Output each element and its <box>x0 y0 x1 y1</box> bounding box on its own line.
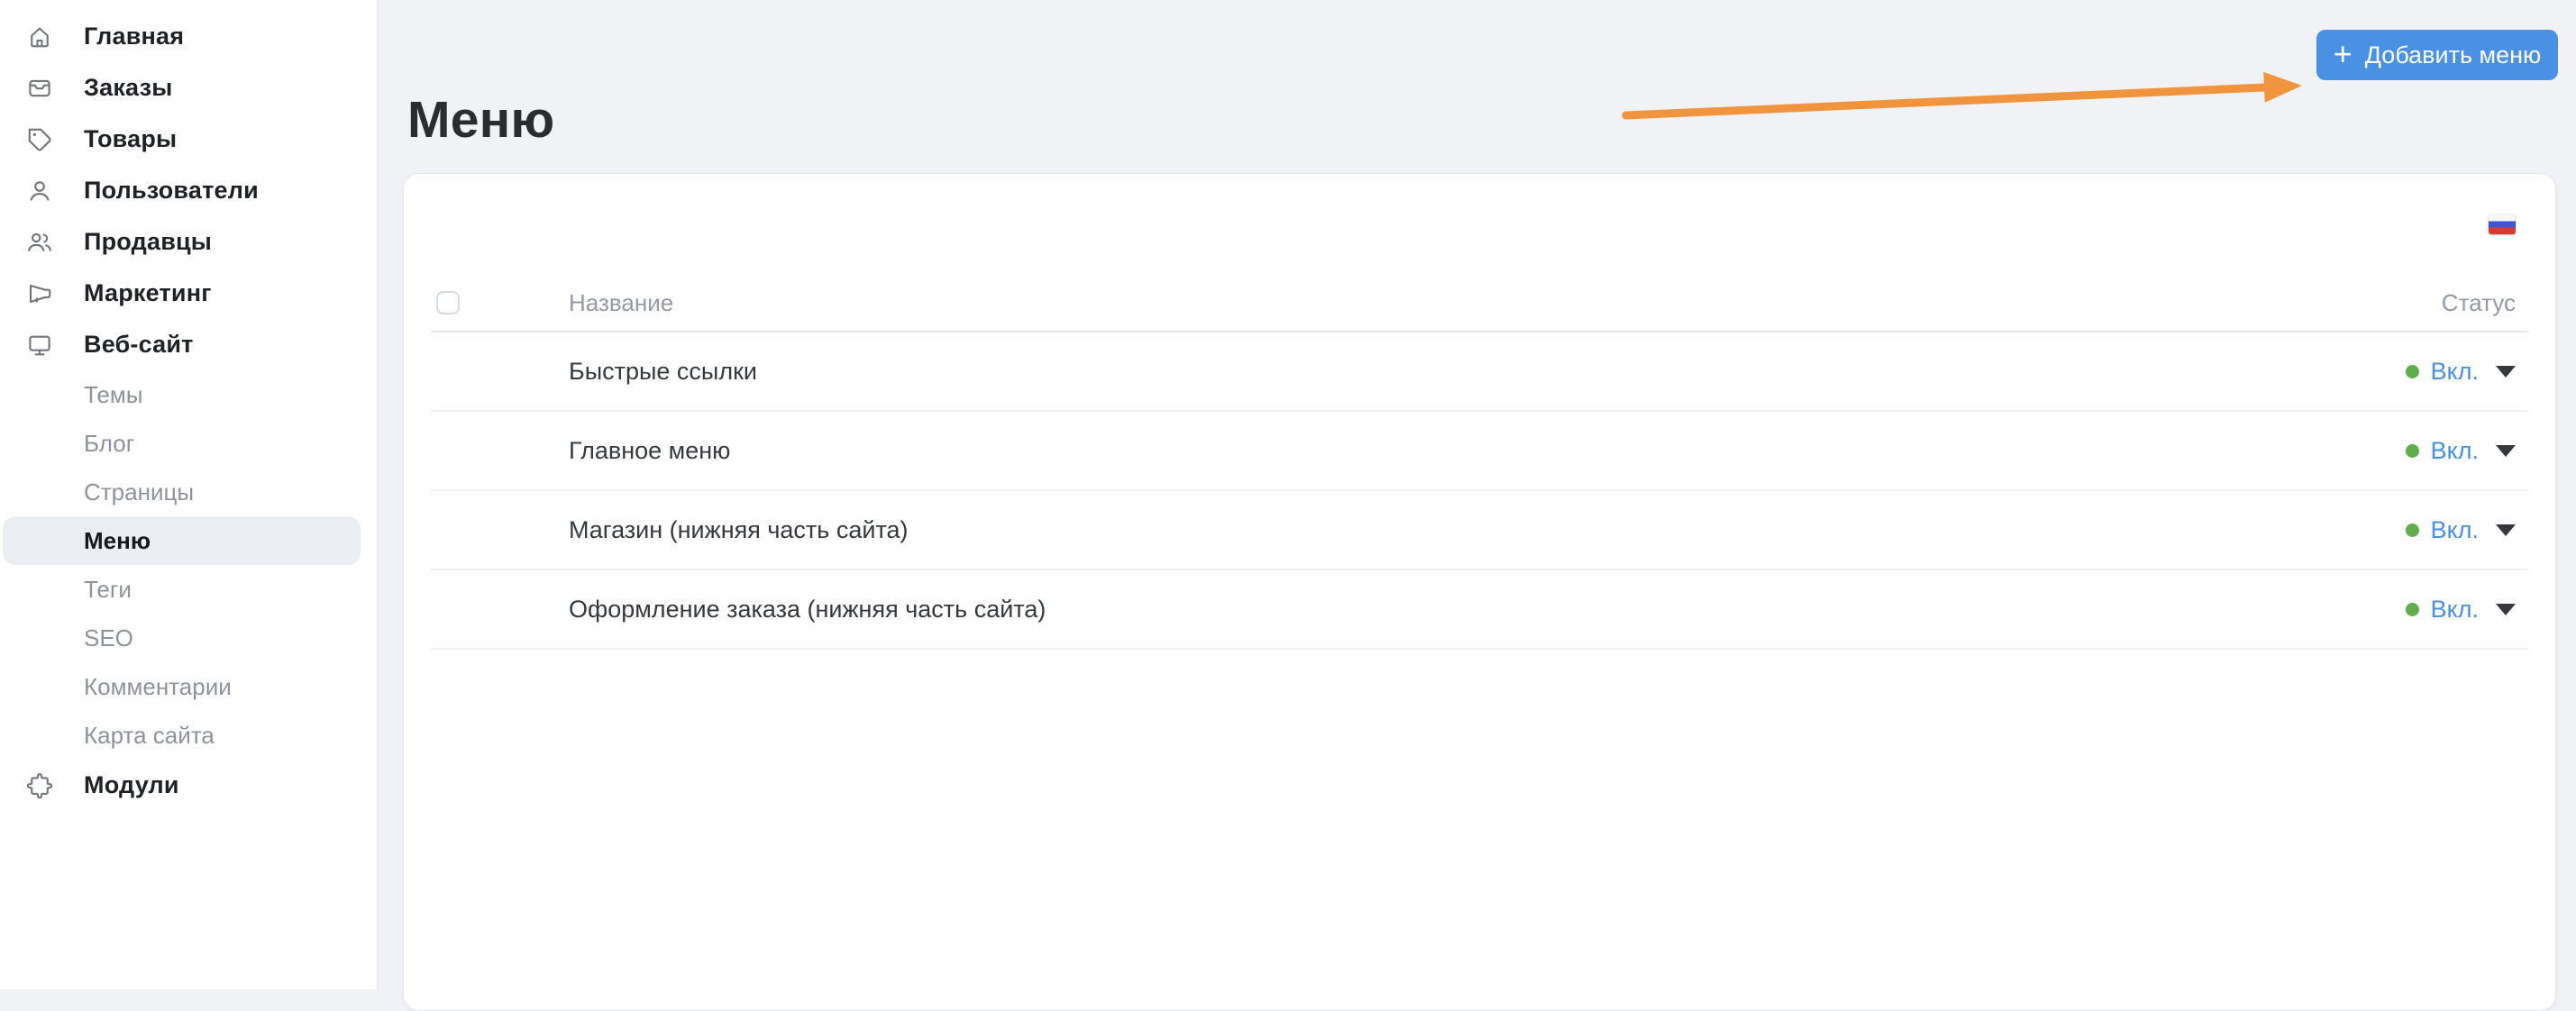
sidebar-subitem-label: Блог <box>84 430 134 458</box>
column-header-name: Название <box>569 289 2442 317</box>
table-row: Главное меню Вкл. <box>431 412 2528 491</box>
sidebar-item-website[interactable]: Веб-сайт <box>0 319 377 370</box>
status-dot-icon <box>2406 444 2419 458</box>
menus-panel: Название Статус Быстрые ссылки Вкл. Глав… <box>403 173 2556 1011</box>
sidebar-item-label: Маркетинг <box>84 279 212 307</box>
status-label: Вкл. <box>2431 437 2479 465</box>
sidebar-item-home[interactable]: Главная <box>0 11 377 62</box>
sidebar-item-modules[interactable]: Модули <box>0 760 377 811</box>
status-dropdown[interactable]: Вкл. <box>2406 516 2516 544</box>
sidebar-subitem-themes[interactable]: Темы <box>0 370 377 419</box>
table-row: Магазин (нижняя часть сайта) Вкл. <box>431 491 2528 570</box>
caret-down-icon <box>2496 524 2516 536</box>
add-menu-button-label: Добавить меню <box>2365 41 2542 69</box>
sidebar-item-orders[interactable]: Заказы <box>0 62 377 114</box>
table-row: Быстрые ссылки Вкл. <box>431 332 2528 412</box>
russian-flag-icon[interactable] <box>2489 214 2516 234</box>
sidebar-subitem-tags[interactable]: Теги <box>0 565 377 614</box>
caret-down-icon <box>2496 445 2516 457</box>
sidebar-subitem-label: Страницы <box>84 478 194 506</box>
tag-icon <box>26 126 53 153</box>
status-label: Вкл. <box>2431 516 2479 544</box>
sidebar-item-label: Продавцы <box>84 228 212 256</box>
home-icon <box>26 23 53 50</box>
menu-name[interactable]: Главное меню <box>569 437 2406 465</box>
sidebar-item-vendors[interactable]: Продавцы <box>0 216 377 268</box>
menus-table: Название Статус Быстрые ссылки Вкл. Глав… <box>431 275 2528 650</box>
sidebar-subitem-label: SEO <box>84 624 133 652</box>
status-dropdown[interactable]: Вкл. <box>2406 358 2516 386</box>
sidebar-subitem-menu-selected[interactable]: Меню <box>3 516 361 565</box>
sidebar-item-products[interactable]: Товары <box>0 114 377 165</box>
sidebar-subitem-label: Меню <box>84 527 151 555</box>
annotation-arrow <box>1613 70 2307 128</box>
sidebar: Главная Заказы Товары Пользователи Прода… <box>0 0 379 989</box>
sidebar-subitem-sitemap[interactable]: Карта сайта <box>0 711 377 760</box>
sidebar-item-label: Веб-сайт <box>84 331 194 359</box>
sidebar-subitem-seo[interactable]: SEO <box>0 614 377 662</box>
status-label: Вкл. <box>2431 596 2479 624</box>
sidebar-item-label: Товары <box>84 125 177 153</box>
sidebar-subitem-label: Темы <box>84 381 142 409</box>
puzzle-icon <box>26 772 53 799</box>
menu-name[interactable]: Оформление заказа (нижняя часть сайта) <box>569 596 2406 624</box>
menu-name[interactable]: Магазин (нижняя часть сайта) <box>569 516 2406 544</box>
status-dot-icon <box>2406 603 2419 616</box>
sidebar-subitem-label: Комментарии <box>84 673 232 701</box>
megaphone-icon <box>26 280 53 307</box>
status-dropdown[interactable]: Вкл. <box>2406 437 2516 465</box>
sidebar-item-label: Модули <box>84 771 179 799</box>
sidebar-subitem-label: Теги <box>84 576 132 604</box>
orders-inbox-icon <box>26 75 53 102</box>
caret-down-icon <box>2496 366 2516 378</box>
select-all-checkbox[interactable] <box>436 291 460 314</box>
sidebar-item-marketing[interactable]: Маркетинг <box>0 268 377 319</box>
sidebar-subitem-blog[interactable]: Блог <box>0 419 377 468</box>
column-header-status: Статус <box>2442 289 2528 317</box>
caret-down-icon <box>2496 604 2516 615</box>
sidebar-item-label: Заказы <box>84 74 172 102</box>
table-header-row: Название Статус <box>431 275 2528 332</box>
sidebar-item-users[interactable]: Пользователи <box>0 165 377 216</box>
status-dropdown[interactable]: Вкл. <box>2406 596 2516 624</box>
menu-name[interactable]: Быстрые ссылки <box>569 358 2406 386</box>
sidebar-item-label: Главная <box>84 23 184 50</box>
table-row: Оформление заказа (нижняя часть сайта) В… <box>431 570 2528 650</box>
sidebar-subitem-pages[interactable]: Страницы <box>0 468 377 516</box>
users-icon <box>26 229 53 256</box>
add-menu-button[interactable]: + Добавить меню <box>2316 30 2558 80</box>
user-icon <box>26 178 53 205</box>
sidebar-subitem-comments[interactable]: Комментарии <box>0 662 377 711</box>
sidebar-item-label: Пользователи <box>84 177 259 205</box>
status-label: Вкл. <box>2431 358 2479 386</box>
status-dot-icon <box>2406 365 2419 378</box>
status-dot-icon <box>2406 524 2419 537</box>
monitor-icon <box>26 332 53 359</box>
page-title: Меню <box>407 90 555 150</box>
sidebar-subitem-label: Карта сайта <box>84 722 215 750</box>
plus-icon: + <box>2334 38 2352 70</box>
